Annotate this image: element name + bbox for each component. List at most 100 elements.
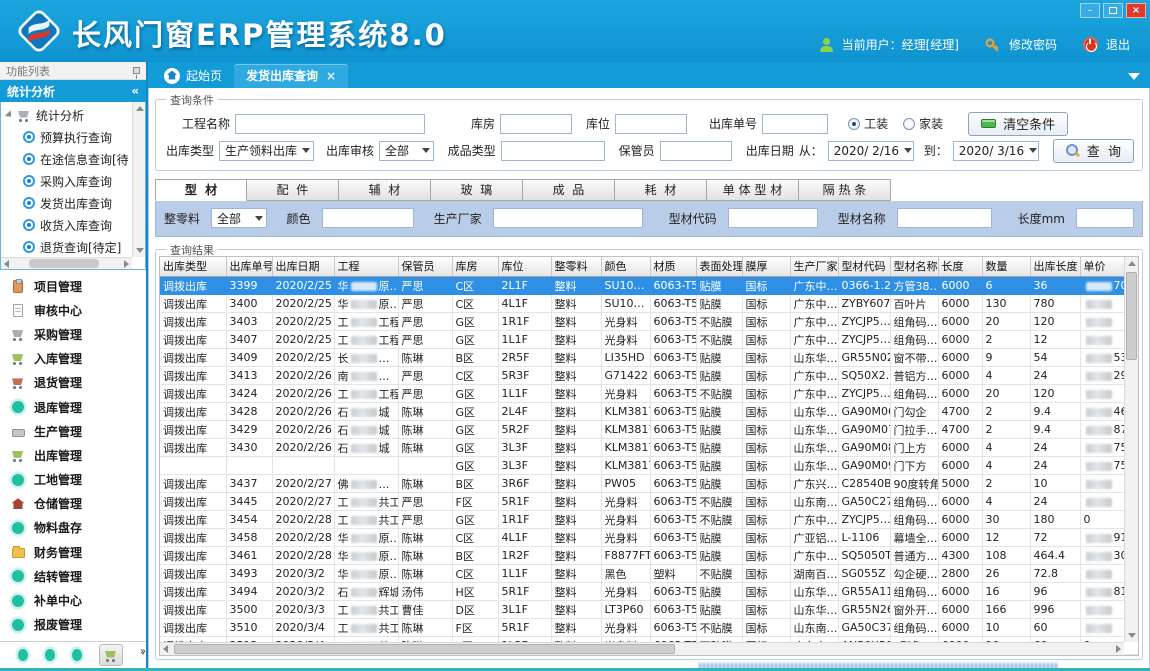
column-header[interactable]: 出库长度 [1030, 257, 1080, 277]
table-row[interactable]: 调拨出库35102020/3/4工共工程陈琳F区5R1F整料光身料6063-T5… [160, 619, 1139, 637]
scroll-up-icon[interactable] [1128, 261, 1136, 266]
column-header[interactable]: 生产厂家 [790, 257, 838, 277]
table-row[interactable]: 调拨出库34372020/2/27佛…陈琳B区3R6F整料PW056063-T5… [160, 475, 1139, 493]
sidebar-module-8[interactable]: 工地管理 [0, 468, 146, 492]
table-vertical-scrollbar[interactable] [1124, 257, 1138, 643]
tree-item-2[interactable]: 采购入库查询 [7, 170, 132, 192]
table-row[interactable]: 调拨出库34452020/2/27工共工程严思F区5R1F整料光身料6063-T… [160, 493, 1139, 511]
table-row[interactable]: 调拨出库34282020/2/26石城陈琳G区2L4F整料KLM38176063… [160, 403, 1139, 421]
project-name-input[interactable] [235, 114, 425, 134]
table-row[interactable]: 调拨出库35002020/3/3工共工程曹佳D区3L1F整料LT3P606063… [160, 601, 1139, 619]
column-header[interactable]: 颜色 [601, 257, 650, 277]
material-tab-2[interactable]: 辅 材 [339, 179, 431, 201]
tree-root[interactable]: 统计分析 [7, 104, 132, 126]
column-header[interactable]: 工程 [334, 257, 398, 277]
footer-more-button[interactable]: »˅ [140, 649, 146, 661]
pin-icon[interactable] [133, 67, 140, 74]
logout-link[interactable]: 退出 [1106, 36, 1130, 53]
out-type-select[interactable]: 生产领料出库 [219, 141, 314, 161]
factory-input[interactable] [493, 208, 643, 228]
tree-item-4[interactable]: 收货入库查询 [7, 214, 132, 236]
tab-home[interactable]: 起始页 [152, 64, 234, 88]
warehouse-input[interactable] [500, 114, 572, 134]
material-tab-1[interactable]: 配 件 [247, 179, 339, 201]
audit-select[interactable]: 全部 [379, 141, 434, 161]
scroll-left-icon[interactable] [163, 645, 168, 653]
column-header[interactable]: 长度 [938, 257, 982, 277]
order-no-input[interactable] [762, 114, 828, 134]
sidebar-module-6[interactable]: 生产管理 [0, 419, 146, 443]
scrollbar-thumb[interactable] [174, 644, 675, 654]
sidebar-module-9[interactable]: 仓储管理 [0, 492, 146, 516]
table-row[interactable]: 调拨出库34242020/2/26工工程严思G区1L1F整料光身料6063-T5… [160, 385, 1139, 403]
material-tab-3[interactable]: 玻 璃 [431, 179, 523, 201]
sidebar-module-11[interactable]: 财务管理 [0, 540, 146, 564]
scrollbar-thumb[interactable] [29, 259, 99, 268]
home-decoration-radio[interactable] [903, 118, 915, 130]
table-row[interactable]: 调拨出库34132020/2/26南…严思C区5R3F整料G714226063-… [160, 367, 1139, 385]
tree-horizontal-scrollbar[interactable] [1, 257, 132, 269]
sidebar-module-13[interactable]: 补单中心 [0, 588, 146, 612]
tree-item-1[interactable]: 在途信息查询[待 [7, 148, 132, 170]
date-from-select[interactable]: 2020/ 2/16 [828, 141, 914, 161]
material-tab-4[interactable]: 成 品 [523, 179, 615, 201]
expander-icon[interactable] [5, 110, 14, 119]
scroll-down-icon[interactable] [1128, 633, 1136, 638]
work-decoration-radio[interactable] [848, 118, 860, 130]
collapse-icon[interactable]: « [131, 84, 139, 98]
footer-circle-icon[interactable] [45, 649, 55, 661]
column-header[interactable]: 整零料 [551, 257, 601, 277]
table-row[interactable]: 调拨出库34032020/2/25工工程严思G区1R1F整料光身料6063-T5… [160, 313, 1139, 331]
sidebar-module-14[interactable]: 报废管理 [0, 613, 146, 637]
sidebar-module-1[interactable]: 审核中心 [0, 298, 146, 322]
change-password-link[interactable]: 修改密码 [1009, 36, 1057, 53]
color-input[interactable] [322, 208, 414, 228]
column-header[interactable]: 材质 [650, 257, 696, 277]
product-type-input[interactable] [501, 141, 605, 161]
profile-code-input[interactable] [728, 208, 818, 228]
column-header[interactable]: 出库类型 [160, 257, 226, 277]
sidebar-module-5[interactable]: 退库管理 [0, 395, 146, 419]
column-header[interactable]: 表面处理 [696, 257, 742, 277]
keeper-input[interactable] [660, 141, 732, 161]
column-header[interactable]: 膜厚 [742, 257, 790, 277]
tab-overflow-caret-icon[interactable] [1128, 73, 1140, 80]
column-header[interactable]: 保管员 [398, 257, 452, 277]
sidebar-module-3[interactable]: 入库管理 [0, 347, 146, 371]
scrollbar-thumb[interactable] [1126, 272, 1137, 360]
material-tab-7[interactable]: 隔 热 条 [799, 179, 891, 201]
column-header[interactable]: 型材名称 [890, 257, 938, 277]
table-row[interactable]: 调拨出库34932020/3/2华原…陈琳C区1L1F整料黑色塑料不贴膜国标湖南… [160, 565, 1139, 583]
tab-close-icon[interactable]: × [326, 69, 336, 83]
tree-item-5[interactable]: 退货查询[待定] [7, 236, 132, 257]
sidebar-module-2[interactable]: 采购管理 [0, 322, 146, 346]
footer-cart-button[interactable] [99, 644, 123, 666]
footer-circle-icon[interactable] [18, 649, 28, 661]
table-horizontal-scrollbar[interactable] [160, 642, 1124, 655]
table-row[interactable]: 调拨出库34302020/2/26石城陈琳G区3L3F整料KLM38176063… [160, 439, 1139, 457]
material-tab-0[interactable]: 型 材 [155, 179, 247, 201]
table-row[interactable]: 调拨出库34942020/3/2石辉城汤伟H区5R1F整料光身料6063-T5贴… [160, 583, 1139, 601]
length-input[interactable] [1076, 208, 1134, 228]
table-row[interactable]: 调拨出库34292020/2/26石城陈琳G区5R2F整料KLM38176063… [160, 421, 1139, 439]
table-row[interactable]: G区3L3F整料KLM38176063-T5贴膜国标山东华…GA90M09…门下… [160, 457, 1139, 475]
minimize-button[interactable]: – [1080, 3, 1100, 18]
table-row[interactable]: 调拨出库34612020/2/28华原…陈琳B区1R2F整料F8877FT606… [160, 547, 1139, 565]
tab-shipment-query[interactable]: 发货出库查询× [234, 64, 348, 88]
search-button[interactable]: 查 询 [1053, 139, 1134, 163]
sidebar-module-10[interactable]: 物料盘存 [0, 516, 146, 540]
tree-item-3[interactable]: 发货出库查询 [7, 192, 132, 214]
table-row[interactable]: 调拨出库34092020/2/25长…陈琳B区2R5F整料LI35HD6063-… [160, 349, 1139, 367]
date-to-select[interactable]: 2020/ 3/16 [953, 141, 1039, 161]
column-header[interactable]: 库位 [498, 257, 551, 277]
maximize-button[interactable] [1103, 3, 1123, 18]
sidebar-module-0[interactable]: 项目管理 [0, 274, 146, 298]
sidebar-module-12[interactable]: 结转管理 [0, 564, 146, 588]
column-header[interactable]: 数量 [982, 257, 1030, 277]
whole-piece-select[interactable]: 全部 [211, 208, 267, 228]
tree-item-0[interactable]: 预算执行查询 [7, 126, 132, 148]
column-header[interactable]: 出库单号 [226, 257, 272, 277]
column-header[interactable]: 出库日期 [272, 257, 334, 277]
scroll-right-icon[interactable] [1116, 645, 1121, 653]
clear-conditions-button[interactable]: 清空条件 [968, 112, 1068, 136]
